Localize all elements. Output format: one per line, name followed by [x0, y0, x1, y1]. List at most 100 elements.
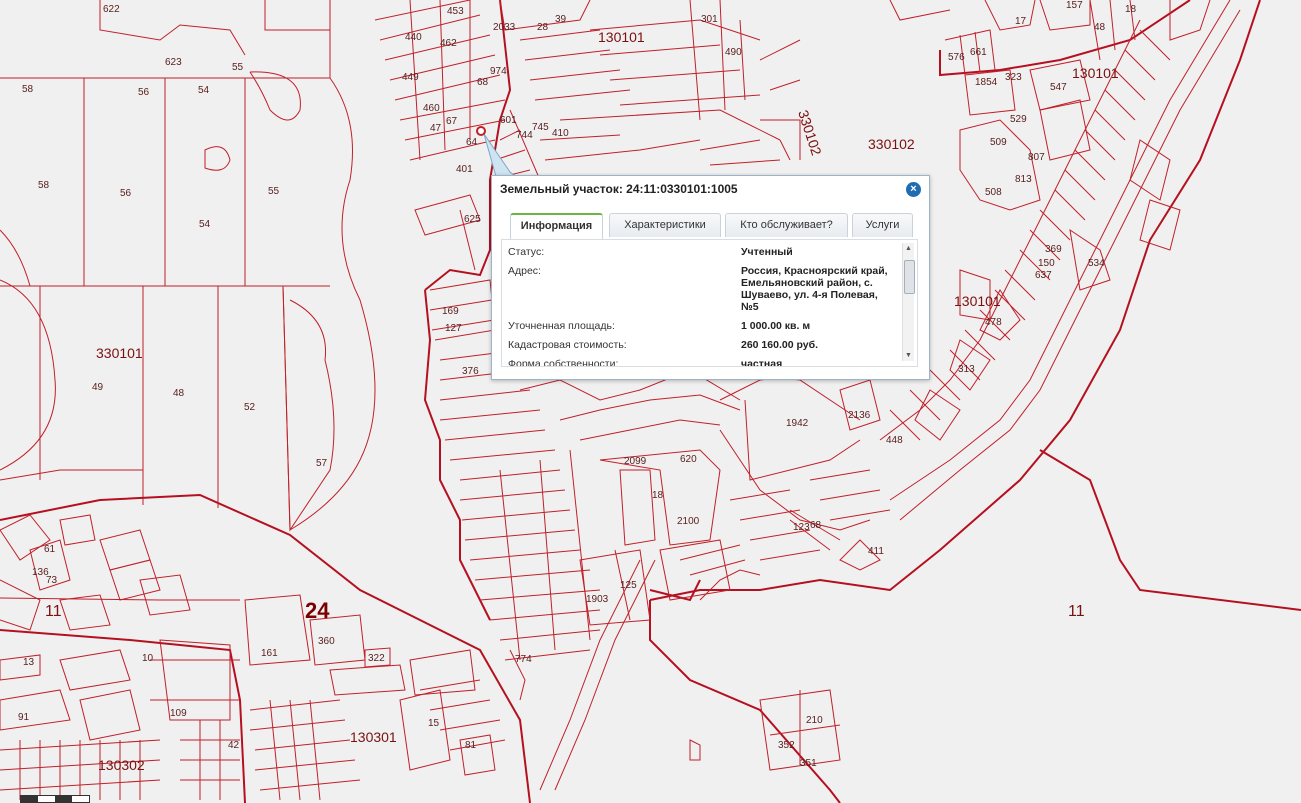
- tab-services[interactable]: Услуги: [852, 213, 913, 237]
- parcel-label: 576: [948, 52, 965, 63]
- parcel-label: 125: [620, 580, 637, 591]
- parcel-label: 401: [456, 164, 473, 175]
- svg-text:130301: 130301: [350, 729, 397, 745]
- parcel-label: 509: [990, 137, 1007, 148]
- svg-text:11: 11: [1068, 603, 1085, 620]
- parcel-label: 508: [985, 187, 1002, 198]
- parcel-label: 1903: [586, 594, 609, 605]
- parcel-label: 322: [368, 653, 385, 664]
- svg-text:130101: 130101: [598, 29, 645, 45]
- parcel-label: 68: [810, 520, 822, 531]
- parcel-label: 453: [447, 6, 464, 17]
- parcel-label: 42: [228, 740, 240, 751]
- status-label: Статус:: [508, 246, 545, 258]
- parcel-label: 61: [44, 544, 56, 555]
- svg-text:130101: 130101: [954, 293, 1001, 309]
- ownership-label: Форма собственности:: [508, 358, 619, 367]
- parcel-label: 2100: [677, 516, 700, 527]
- popup-title: Земельный участок: 24:11:0330101:1005: [500, 182, 738, 196]
- parcel-label: 81: [465, 740, 477, 751]
- area-label: Уточненная площадь:: [508, 320, 615, 332]
- parcel-label: 56: [120, 188, 132, 199]
- scroll-down-icon[interactable]: ▼: [904, 351, 913, 360]
- parcel-label: 169: [442, 306, 459, 317]
- parcel-label: 67: [446, 116, 458, 127]
- scroll-thumb[interactable]: [904, 260, 915, 294]
- scroll-up-icon[interactable]: ▲: [904, 244, 913, 253]
- status-value: Учтенный: [741, 246, 793, 258]
- parcel-label: 48: [173, 388, 185, 399]
- parcel-label: 637: [1035, 270, 1052, 281]
- parcel-label: 774: [515, 654, 532, 665]
- scrollbar[interactable]: ▲ ▼: [902, 243, 915, 361]
- svg-text:24: 24: [305, 598, 330, 623]
- parcel-label: 1854: [975, 77, 998, 88]
- parcel-label: 449: [402, 72, 419, 83]
- parcel-info-popup: Земельный участок: 24:11:0330101:1005 × …: [491, 175, 930, 380]
- tab-characteristics[interactable]: Характеристики: [609, 213, 721, 237]
- parcel-label: 49: [92, 382, 104, 393]
- parcel-label: 460: [423, 103, 440, 114]
- cadastral-map[interactable]: 622 623 55 58 56 54 58 56 54 55 49 48 52…: [0, 0, 1301, 803]
- parcel-label: 547: [1050, 82, 1067, 93]
- parcel-label: 64: [466, 137, 478, 148]
- parcel-label: 410: [552, 128, 569, 139]
- parcel-label: 323: [1005, 72, 1022, 83]
- parcel-label: 622: [103, 4, 120, 15]
- parcel-label: 58: [22, 84, 34, 95]
- parcel-label: 601: [500, 115, 517, 126]
- parcel-label: 48: [1094, 22, 1106, 33]
- parcel-label: 661: [970, 47, 987, 58]
- parcel-label: 52: [244, 402, 256, 413]
- parcel-label: 351: [800, 758, 817, 769]
- parcel-label: 625: [464, 214, 481, 225]
- parcel-label: 56: [138, 87, 150, 98]
- parcel-label: 376: [462, 366, 479, 377]
- parcel-label: 73: [46, 575, 58, 586]
- parcel-label: 109: [170, 708, 187, 719]
- parcel-label: 1942: [786, 418, 809, 429]
- parcel-label: 440: [405, 32, 422, 43]
- parcel-label: 448: [886, 435, 903, 446]
- svg-text:130101: 130101: [1072, 65, 1119, 81]
- parcel-label: 313: [958, 364, 975, 375]
- svg-text:130302: 130302: [98, 757, 145, 773]
- parcel-label: 529: [1010, 114, 1027, 125]
- cadastral-value: 260 160.00 руб.: [741, 339, 818, 351]
- svg-text:11: 11: [45, 603, 62, 620]
- parcel-label: 161: [261, 648, 278, 659]
- parcel-label: 91: [18, 712, 30, 723]
- parcel-label: 360: [318, 636, 335, 647]
- parcel-label: 15: [428, 718, 440, 729]
- parcel-label: 813: [1015, 174, 1032, 185]
- parcel-label: 478: [985, 317, 1002, 328]
- parcel-label: 123: [793, 522, 810, 533]
- parcel-label: 18: [652, 490, 664, 501]
- parcel-label: 2099: [624, 456, 647, 467]
- parcel-label: 462: [440, 38, 457, 49]
- parcel-label: 127: [445, 323, 462, 334]
- parcel-label: 534: [1088, 258, 1105, 269]
- parcel-label: 301: [701, 14, 718, 25]
- info-panel: Статус: Учтенный Адрес: Россия, Краснояр…: [501, 239, 918, 367]
- parcel-label: 745: [532, 122, 549, 133]
- parcel-label: 18: [1125, 4, 1137, 15]
- area-value: 1 000.00 кв. м: [741, 320, 811, 332]
- svg-text:330102: 330102: [868, 136, 915, 152]
- parcel-label: 39: [555, 14, 567, 25]
- address-label: Адрес:: [508, 265, 541, 277]
- parcel-label: 411: [868, 546, 884, 557]
- parcel-label: 369: [1045, 244, 1062, 255]
- close-icon[interactable]: ×: [906, 182, 921, 197]
- parcel-label: 2136: [848, 410, 871, 421]
- cadastral-value-label: Кадастровая стоимость:: [508, 339, 627, 351]
- parcel-label: 10: [142, 653, 154, 664]
- tab-information[interactable]: Информация: [510, 213, 603, 239]
- parcel-label: 2033: [493, 22, 516, 33]
- parcel-label: 57: [316, 458, 328, 469]
- parcel-label: 55: [232, 62, 244, 73]
- tab-who-serves[interactable]: Кто обслуживает?: [725, 213, 848, 237]
- ownership-value: частная: [741, 358, 783, 367]
- svg-text:330101: 330101: [96, 345, 143, 361]
- parcel-label: 54: [198, 85, 210, 96]
